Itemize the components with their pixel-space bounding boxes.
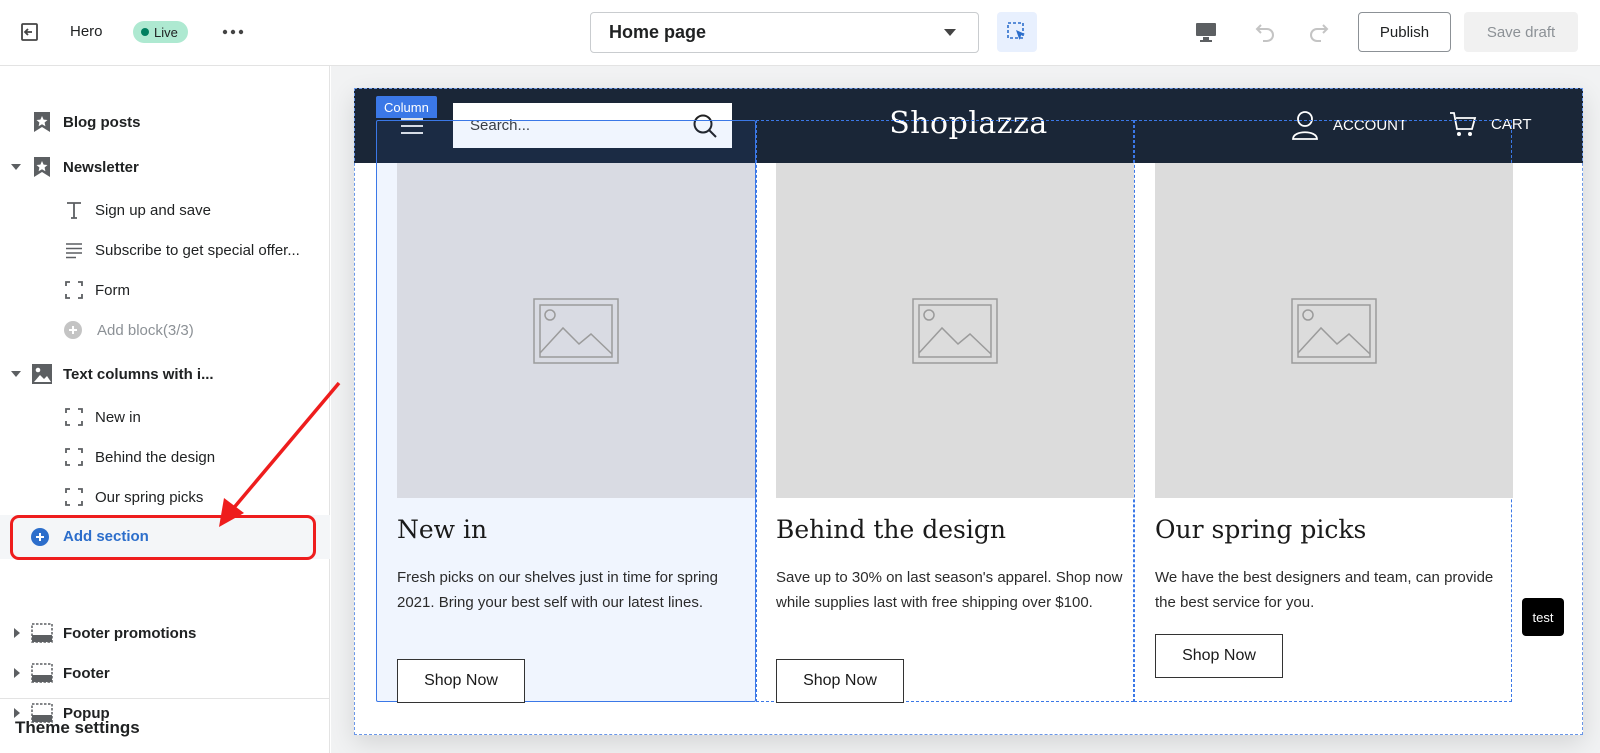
page-select[interactable]: Home page bbox=[590, 12, 979, 53]
publish-button[interactable]: Publish bbox=[1358, 12, 1451, 52]
caret-right-icon[interactable] bbox=[14, 668, 20, 678]
image-placeholder-icon bbox=[912, 297, 998, 364]
sidebar-section-label: Footer promotions bbox=[63, 624, 197, 642]
sidebar-block-label: Subscribe to get special offer... bbox=[95, 241, 300, 259]
text-column[interactable]: New in Fresh picks on our shelves just in… bbox=[397, 163, 767, 733]
add-block-button: Add block(3/3) bbox=[0, 312, 330, 348]
sidebar-block-label: Sign up and save bbox=[95, 201, 211, 219]
text-column[interactable]: Our spring picks We have the best designe… bbox=[1155, 163, 1525, 733]
sidebar-section-newsletter[interactable]: Newsletter bbox=[0, 149, 330, 185]
sidebar-section-label: Blog posts bbox=[63, 113, 141, 131]
save-draft-button[interactable]: Save draft bbox=[1464, 12, 1578, 52]
image-placeholder-icon bbox=[533, 297, 619, 364]
column-description: Save up to 30% on last season's apparel.… bbox=[776, 569, 1123, 611]
block-icon bbox=[64, 487, 84, 507]
shop-now-button[interactable]: Shop Now bbox=[397, 659, 525, 703]
sidebar-block-item[interactable]: Sign up and save bbox=[0, 192, 330, 228]
sidebar-block-label: New in bbox=[95, 408, 141, 426]
block-icon bbox=[64, 280, 84, 300]
shop-now-button[interactable]: Shop Now bbox=[776, 659, 904, 703]
star-icon bbox=[31, 111, 53, 133]
footer-icon bbox=[31, 662, 53, 684]
theme-settings-link[interactable]: Theme settings bbox=[15, 718, 140, 738]
divider bbox=[0, 698, 330, 699]
sidebar-section-label: Footer bbox=[63, 664, 110, 682]
live-dot-icon bbox=[141, 28, 149, 36]
image-icon bbox=[31, 363, 53, 385]
column-title: Our spring picks bbox=[1155, 515, 1367, 544]
image-placeholder bbox=[1155, 163, 1513, 498]
sidebar-block-item[interactable]: Subscribe to get special offer... bbox=[0, 232, 330, 268]
status-label: Live bbox=[154, 24, 178, 40]
sidebar-section-blog-posts[interactable]: Blog posts bbox=[0, 104, 330, 140]
caret-right-icon[interactable] bbox=[14, 628, 20, 638]
plus-circle-icon bbox=[63, 320, 83, 340]
column-title: New in bbox=[397, 515, 488, 544]
sidebar-block-label: Our spring picks bbox=[95, 488, 204, 506]
footer-icon bbox=[31, 622, 53, 644]
theme-title: Hero bbox=[70, 23, 103, 40]
paragraph-icon bbox=[64, 240, 84, 260]
top-bar: Hero Live Home page Publish Save draft bbox=[0, 0, 1600, 66]
sidebar: Blog posts Newsletter Sign up and save Subs… bbox=[0, 66, 330, 753]
column-description: We have the best designers and team, can… bbox=[1155, 569, 1494, 611]
exit-icon[interactable] bbox=[18, 20, 42, 44]
sidebar-block-item[interactable]: Our spring picks bbox=[0, 479, 330, 515]
sidebar-block-item[interactable]: Behind the design bbox=[0, 439, 330, 475]
desktop-icon[interactable] bbox=[1192, 18, 1220, 46]
caret-right-icon[interactable] bbox=[14, 708, 20, 718]
sidebar-section-label: Text columns with i... bbox=[63, 365, 214, 383]
column-description: Fresh picks on our shelves just in time … bbox=[397, 569, 718, 611]
caret-down-icon[interactable] bbox=[11, 164, 21, 170]
sidebar-block-label: Behind the design bbox=[95, 448, 216, 466]
undo-icon[interactable] bbox=[1251, 18, 1279, 46]
sidebar-section-label: Newsletter bbox=[63, 158, 139, 176]
image-placeholder bbox=[397, 163, 755, 498]
sidebar-section-footer[interactable]: Footer bbox=[0, 655, 330, 691]
text-icon bbox=[64, 200, 84, 220]
image-placeholder bbox=[776, 163, 1134, 498]
inspector-button[interactable] bbox=[997, 12, 1037, 52]
chevron-down-icon bbox=[944, 29, 956, 36]
select-cursor-icon bbox=[1007, 22, 1025, 40]
block-icon bbox=[64, 447, 84, 467]
text-column[interactable]: Behind the design Save up to 30% on last … bbox=[776, 163, 1146, 733]
sidebar-section-footer-promotions[interactable]: Footer promotions bbox=[0, 615, 330, 651]
test-badge[interactable]: test bbox=[1522, 598, 1564, 636]
column-title: Behind the design bbox=[776, 515, 1006, 544]
annotation-highlight-box bbox=[10, 515, 316, 560]
sidebar-section-text-columns-with-i[interactable]: Text columns with i... bbox=[0, 356, 330, 392]
store-preview: Search... Shoplazza ACCOUNT CART Column … bbox=[354, 88, 1583, 735]
redo-icon[interactable] bbox=[1305, 18, 1333, 46]
status-badge: Live bbox=[133, 21, 188, 43]
page-select-value: Home page bbox=[609, 22, 707, 42]
more-icon[interactable] bbox=[221, 22, 245, 42]
block-icon bbox=[64, 407, 84, 427]
shop-now-button[interactable]: Shop Now bbox=[1155, 634, 1283, 678]
add-label: Add block(3/3) bbox=[97, 321, 194, 339]
sidebar-block-item[interactable]: Form bbox=[0, 272, 330, 308]
star-icon bbox=[31, 156, 53, 178]
sidebar-block-item[interactable]: New in bbox=[0, 399, 330, 435]
sidebar-block-label: Form bbox=[95, 281, 130, 299]
image-placeholder-icon bbox=[1291, 297, 1377, 364]
caret-down-icon[interactable] bbox=[11, 371, 21, 377]
